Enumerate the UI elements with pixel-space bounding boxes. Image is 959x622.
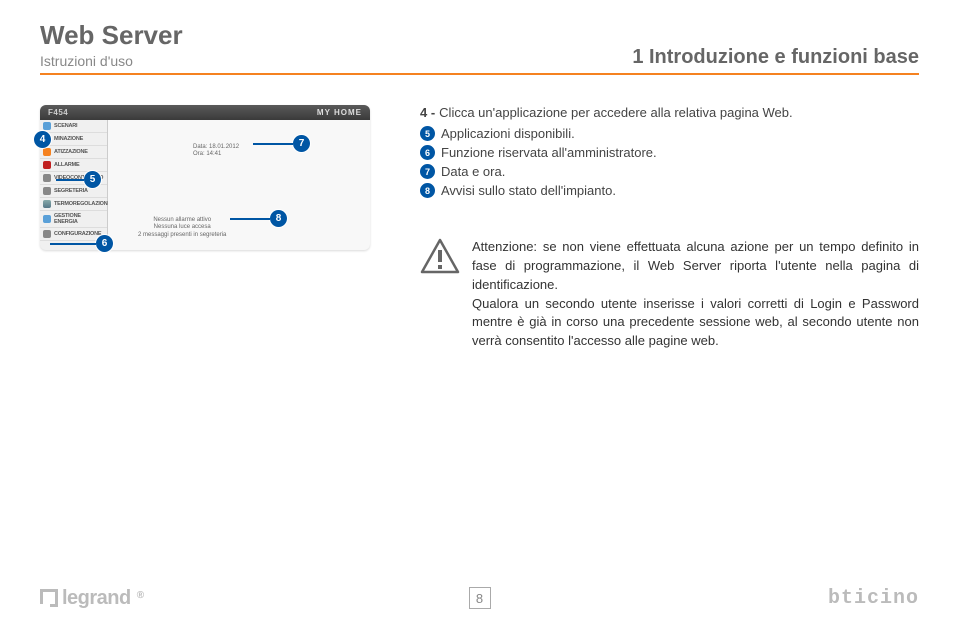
date-label: Data: 18.01.2012 — [193, 144, 239, 151]
status-lights: Nessuna luce accesa — [138, 224, 226, 232]
page-header: Web Server Istruzioni d'uso 1 Introduzio… — [40, 20, 919, 75]
callout-6: 6 — [96, 235, 113, 252]
doc-subtitle: Istruzioni d'uso — [40, 53, 183, 69]
legrand-square-icon — [40, 589, 58, 607]
callout-8: 8 — [270, 210, 287, 227]
status-box: Nessun allarme attivo Nessuna luce acces… — [138, 217, 226, 240]
bticino-logo: bticino — [828, 587, 919, 610]
thermo-icon — [43, 200, 51, 208]
sidebar-item-energia[interactable]: GESTIONE ENERGIA — [40, 211, 107, 228]
chapter-title: 1 Introduzione e funzioni base — [632, 46, 919, 69]
sidebar-item-scenari[interactable]: SCENARI — [40, 120, 107, 133]
doc-title: Web Server — [40, 20, 183, 51]
config-icon — [43, 230, 51, 238]
energy-icon — [43, 215, 51, 223]
scenari-icon — [43, 122, 51, 130]
sidebar-item-segreteria[interactable]: SEGRETERIA — [40, 185, 107, 198]
automation-icon — [43, 148, 51, 156]
time-label: Ora: 14:41 — [193, 151, 239, 158]
registered-icon: ® — [137, 590, 144, 601]
callout-4: 4 — [34, 131, 51, 148]
description-column: 4 -Clicca un'applicazione per accedere a… — [420, 105, 919, 351]
screenshot-figure: 4 5 6 7 8 F454 MY HOME SCENARI MINAZIONE… — [40, 105, 390, 250]
warning-text: Attenzione: se non viene effettuata alcu… — [472, 238, 919, 351]
callout-7: 7 — [293, 135, 310, 152]
camera-icon — [43, 174, 51, 182]
step-4: 4 -Clicca un'applicazione per accedere a… — [420, 105, 919, 120]
sidebar-item-automazione[interactable]: ATIZZAZIONE — [40, 146, 107, 159]
legrand-logo: legrand ® — [40, 587, 144, 610]
warning-block: Attenzione: se non viene effettuata alcu… — [420, 238, 919, 351]
warning-icon — [420, 238, 460, 274]
brand-label: MY HOME — [317, 108, 362, 117]
callout-5: 5 — [84, 171, 101, 188]
alarm-icon — [43, 161, 51, 169]
legend-7: 7Data e ora. — [420, 164, 919, 179]
sidebar-item-allarme[interactable]: ALLARME — [40, 159, 107, 172]
legend-8: 8Avvisi sullo stato dell'impianto. — [420, 183, 919, 198]
page-number: 8 — [469, 587, 491, 609]
status-alarm: Nessun allarme attivo — [138, 217, 226, 225]
legend-6: 6Funzione riservata all'amministratore. — [420, 145, 919, 160]
mail-icon — [43, 187, 51, 195]
page-footer: legrand ® 8 bticino — [0, 574, 959, 622]
legend-5: 5Applicazioni disponibili. — [420, 126, 919, 141]
app-main-panel: Data: 18.01.2012 Ora: 14:41 Nessun allar… — [108, 120, 370, 250]
titlebar: F454 MY HOME — [40, 105, 370, 120]
datetime-box: Data: 18.01.2012 Ora: 14:41 — [193, 144, 239, 158]
status-messages: 2 messaggi presenti in segreteria — [138, 232, 226, 240]
sidebar-item-termo[interactable]: TERMOREGOLAZIONE — [40, 198, 107, 211]
device-model: F454 — [48, 108, 68, 117]
